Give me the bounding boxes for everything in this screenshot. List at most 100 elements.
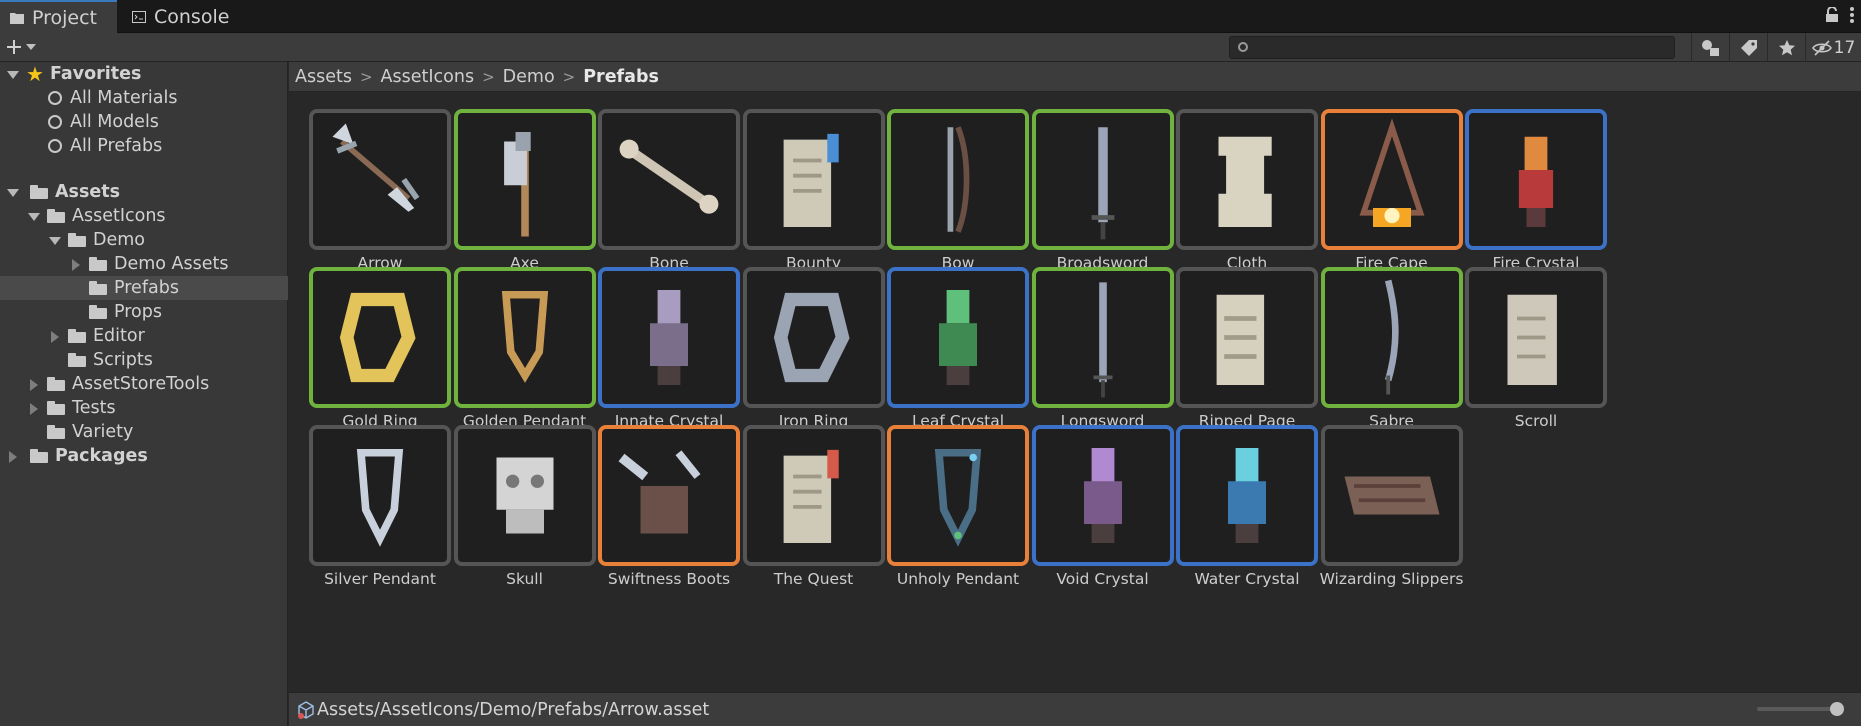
tree-item-label: Prefabs bbox=[114, 278, 179, 298]
asset-item-bounty[interactable]: Bounty bbox=[715, 92, 885, 272]
asset-item-golden-pendant[interactable]: Golden Pendant bbox=[426, 250, 596, 430]
folder-tree: ★ Favorites All Materials All Models All… bbox=[0, 62, 288, 726]
console-icon bbox=[132, 10, 146, 23]
breadcrumb-item-demo[interactable]: Demo bbox=[503, 67, 555, 87]
folder-icon bbox=[47, 425, 65, 439]
breadcrumb-item-asseticons[interactable]: AssetIcons bbox=[381, 67, 475, 87]
asset-item-axe[interactable]: Axe bbox=[426, 92, 596, 272]
folder-icon bbox=[89, 281, 107, 295]
asset-item-label: Wizarding Slippers bbox=[1319, 570, 1464, 588]
asset-item-fire-cape[interactable]: Fire Cape bbox=[1293, 92, 1463, 272]
asset-item-water-crystal[interactable]: Water Crystal bbox=[1148, 408, 1318, 588]
tree-item-asseticons[interactable]: AssetIcons bbox=[0, 204, 288, 228]
tree-item-all-models[interactable]: All Models bbox=[0, 110, 288, 134]
asset-item-gold-ring[interactable]: Gold Ring bbox=[281, 250, 451, 430]
search-by-label-button[interactable] bbox=[1729, 33, 1767, 62]
asset-item-iron-ring[interactable]: Iron Ring bbox=[715, 250, 885, 430]
fire-crystal-icon bbox=[1518, 136, 1554, 227]
search-input[interactable] bbox=[1254, 38, 1664, 57]
asset-item-innate-crystal[interactable]: Innate Crystal bbox=[570, 250, 740, 430]
breadcrumb-item-prefabs[interactable]: Prefabs bbox=[583, 67, 659, 87]
tree-item-label: All Materials bbox=[70, 88, 178, 108]
create-button[interactable] bbox=[6, 36, 46, 58]
expand-arrow-icon[interactable] bbox=[6, 450, 18, 463]
asset-item-wizarding-slippers[interactable]: Wizarding Slippers bbox=[1293, 408, 1463, 588]
tree-item-label: All Models bbox=[70, 112, 159, 132]
asset-item-bow[interactable]: Bow bbox=[859, 92, 1029, 272]
asset-item-unholy-pendant[interactable]: Unholy Pendant bbox=[859, 408, 1029, 588]
expand-arrow-icon[interactable] bbox=[48, 234, 61, 246]
star-icon bbox=[1778, 39, 1795, 55]
shapes-icon bbox=[1701, 39, 1719, 56]
asset-item-leaf-crystal[interactable]: Leaf Crystal bbox=[859, 250, 1029, 430]
asset-item-silver-pendant[interactable]: Silver Pendant bbox=[281, 408, 451, 588]
tree-item-label: Packages bbox=[55, 446, 148, 466]
folder-icon bbox=[47, 209, 65, 223]
eye-slash-icon bbox=[1811, 39, 1832, 56]
asset-thumbnail[interactable] bbox=[1465, 109, 1607, 250]
prefab-asset-icon bbox=[298, 700, 314, 719]
tree-item-all-prefabs[interactable]: All Prefabs bbox=[0, 134, 288, 158]
expand-arrow-icon[interactable] bbox=[6, 68, 19, 80]
search-icon bbox=[48, 139, 62, 153]
tree-item-prefabs[interactable]: Prefabs bbox=[0, 276, 288, 300]
chevron-right-icon: > bbox=[482, 67, 495, 86]
asset-thumbnail[interactable] bbox=[1320, 425, 1463, 566]
expand-arrow-icon[interactable] bbox=[27, 210, 40, 222]
asset-item-bone[interactable]: Bone bbox=[570, 92, 740, 272]
expand-arrow-icon[interactable] bbox=[69, 258, 81, 271]
tree-item-packages[interactable]: Packages bbox=[0, 444, 288, 468]
asset-item-arrow[interactable]: Arrow bbox=[281, 92, 451, 272]
expand-arrow-icon[interactable] bbox=[27, 378, 39, 391]
asset-grid: Arrow Axe Bone Bounty Bow Broadsword Cloth Fire… bbox=[289, 92, 1861, 692]
asset-item-skull[interactable]: Skull bbox=[426, 408, 596, 588]
tree-item-demo-assets[interactable]: Demo Assets bbox=[0, 252, 288, 276]
asset-item-swiftness-boots[interactable]: Swiftness Boots bbox=[570, 408, 740, 588]
search-icon bbox=[1238, 42, 1248, 52]
tree-item-editor[interactable]: Editor bbox=[0, 324, 288, 348]
tree-item-label: AssetIcons bbox=[72, 206, 166, 226]
status-bar: Assets/AssetIcons/Demo/Prefabs/Arrow.ass… bbox=[289, 692, 1861, 726]
expand-arrow-icon[interactable] bbox=[48, 330, 60, 343]
asset-item-fire-crystal[interactable]: Fire Crystal bbox=[1437, 92, 1607, 272]
tree-item-assetstoretools[interactable]: AssetStoreTools bbox=[0, 372, 288, 396]
asset-item-longsword[interactable]: Longsword bbox=[1004, 250, 1174, 430]
zoom-slider[interactable] bbox=[1757, 702, 1844, 716]
zoom-slider-handle[interactable] bbox=[1830, 702, 1844, 716]
expand-arrow-icon[interactable] bbox=[6, 186, 19, 198]
hidden-count: 17 bbox=[1833, 37, 1856, 58]
asset-thumbnail[interactable] bbox=[1465, 267, 1607, 408]
search-field[interactable] bbox=[1229, 36, 1675, 59]
asset-item-scroll[interactable]: Scroll bbox=[1437, 250, 1607, 430]
tree-item-favorites[interactable]: ★ Favorites bbox=[0, 62, 288, 86]
asset-item-ripped-page[interactable]: Ripped Page bbox=[1148, 250, 1318, 430]
tree-item-assets[interactable]: Assets bbox=[0, 180, 288, 204]
tab-console[interactable]: Console bbox=[122, 0, 252, 33]
selected-asset-path: Assets/AssetIcons/Demo/Prefabs/Arrow.ass… bbox=[317, 699, 710, 720]
chevron-right-icon: > bbox=[562, 67, 576, 86]
hidden-packages-button[interactable]: 17 bbox=[1805, 33, 1861, 62]
tree-item-label: Props bbox=[114, 302, 162, 322]
tab-project[interactable]: Project bbox=[0, 0, 117, 33]
asset-item-cloth[interactable]: Cloth bbox=[1148, 92, 1318, 272]
tree-item-tests[interactable]: Tests bbox=[0, 396, 288, 420]
asset-item-the-quest[interactable]: The Quest bbox=[715, 408, 885, 588]
search-by-type-button[interactable] bbox=[1691, 33, 1729, 62]
project-toolbar: 17 bbox=[0, 33, 1861, 62]
tree-item-demo[interactable]: Demo bbox=[0, 228, 288, 252]
tree-item-all-materials[interactable]: All Materials bbox=[0, 86, 288, 110]
tree-item-label: Variety bbox=[72, 422, 134, 442]
save-search-button[interactable] bbox=[1767, 33, 1805, 62]
asset-item-void-crystal[interactable]: Void Crystal bbox=[1004, 408, 1174, 588]
chevron-down-icon bbox=[26, 44, 36, 50]
tree-item-scripts[interactable]: Scripts bbox=[0, 348, 288, 372]
tree-item-props[interactable]: Props bbox=[0, 300, 288, 324]
breadcrumb-item-assets[interactable]: Assets bbox=[295, 67, 352, 87]
lock-icon[interactable] bbox=[1825, 7, 1839, 23]
more-options-icon[interactable] bbox=[1849, 6, 1855, 24]
asset-item-broadsword[interactable]: Broadsword bbox=[1004, 92, 1174, 272]
tree-item-label: Scripts bbox=[93, 350, 153, 370]
expand-arrow-icon[interactable] bbox=[27, 402, 39, 415]
tree-item-variety[interactable]: Variety bbox=[0, 420, 288, 444]
asset-item-sabre[interactable]: Sabre bbox=[1293, 250, 1463, 430]
